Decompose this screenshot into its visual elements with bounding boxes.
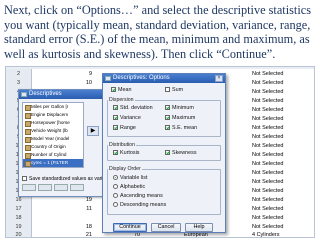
maximum-label: Maximum xyxy=(172,115,196,121)
continue-button[interactable]: Continue xyxy=(113,223,147,232)
instruction-text: Next, click on “Options…” and select the… xyxy=(4,3,311,61)
checkbox-box[interactable] xyxy=(113,125,118,131)
ascending-means-label: Ascending means xyxy=(120,193,163,199)
checkbox-box[interactable] xyxy=(165,87,170,93)
descending-means-radio[interactable]: Descending means xyxy=(113,202,166,209)
table-cell[interactable]: 21 xyxy=(36,230,96,237)
maximum-checkbox[interactable]: Maximum xyxy=(165,115,195,122)
ascending-means-radio[interactable]: Ascending means xyxy=(113,193,163,200)
descriptives-dialog: Descriptives Miles per Gallon [r Engine … xyxy=(18,89,114,197)
descending-means-label: Descending means xyxy=(120,202,167,208)
options-titlebar[interactable]: Descriptives: Options × xyxy=(103,74,225,83)
checkbox-box[interactable] xyxy=(165,150,170,156)
alphabetic-label: Alphabetic xyxy=(120,184,146,190)
arrow-right-icon: ▶ xyxy=(90,128,96,134)
spss-screenshot: 29Not Selected 310Not Selected 4Not Sele… xyxy=(5,66,315,238)
checkbox-box[interactable] xyxy=(111,87,116,93)
reset-button[interactable] xyxy=(54,184,68,191)
list-item[interactable]: Vehicle Weight (lb xyxy=(23,127,83,135)
options-title: Descriptives: Options xyxy=(113,75,170,81)
checkbox-box[interactable] xyxy=(113,150,118,156)
variance-label: Variance xyxy=(120,115,141,121)
mean-checkbox[interactable]: Mean xyxy=(111,87,132,94)
list-item[interactable]: Country of Origin xyxy=(23,143,83,151)
radio-circle[interactable] xyxy=(113,193,118,199)
list-item[interactable]: Horsepower [horse xyxy=(23,119,83,127)
options-buttons: Continue Cancel Help xyxy=(107,223,223,232)
std-deviation-checkbox[interactable]: Std. deviation xyxy=(113,105,153,112)
cancel-button-bg[interactable] xyxy=(70,184,84,191)
minimum-label: Minimum xyxy=(172,105,194,111)
variable-list[interactable]: Miles per Gallon [r Engine Displacem Hor… xyxy=(22,102,84,168)
descriptives-buttons xyxy=(22,184,86,193)
close-icon[interactable]: × xyxy=(215,75,223,82)
list-item[interactable]: cyrec = 1 (FILTER xyxy=(23,159,83,167)
descriptives-options-dialog: Descriptives: Options × Mean Sum Dispers… xyxy=(102,73,226,233)
variable-list-label: Variable list xyxy=(120,175,148,181)
list-item[interactable]: Number of Cylind xyxy=(23,151,83,159)
help-button[interactable]: Help xyxy=(185,223,213,232)
row-number: 20 xyxy=(6,230,32,237)
range-checkbox[interactable]: Range xyxy=(113,125,136,132)
alphabetic-radio[interactable]: Alphabetic xyxy=(113,184,145,191)
checkbox-box[interactable] xyxy=(165,125,170,131)
radio-circle[interactable] xyxy=(113,175,118,181)
kurtosis-label: Kurtosis xyxy=(120,150,140,156)
variable-list-radio[interactable]: Variable list xyxy=(113,175,147,182)
distribution-heading: Distribution xyxy=(108,142,136,148)
list-item[interactable]: Engine Displacem xyxy=(23,111,83,119)
variance-checkbox[interactable]: Variance xyxy=(113,115,141,122)
kurtosis-checkbox[interactable]: Kurtosis xyxy=(113,150,139,157)
se-mean-checkbox[interactable]: S.E. mean xyxy=(165,125,197,132)
sum-checkbox[interactable]: Sum xyxy=(165,87,183,94)
move-variable-button[interactable]: ▶ xyxy=(87,126,99,136)
checkbox-box[interactable] xyxy=(22,176,27,182)
ok-button[interactable] xyxy=(22,184,36,191)
sum-label: Sum xyxy=(172,87,184,93)
range-label: Range xyxy=(120,125,136,131)
cancel-button[interactable]: Cancel xyxy=(151,223,181,232)
display-order-heading: Display Order xyxy=(108,166,142,172)
checkbox-box[interactable] xyxy=(165,115,170,121)
checkbox-box[interactable] xyxy=(165,105,170,111)
options-body: Mean Sum Dispersion Std. deviation Minim… xyxy=(103,83,225,232)
save-standardized-checkbox[interactable]: Save standardized values as variables xyxy=(22,176,114,182)
skewness-label: Skewness xyxy=(172,150,197,156)
std-deviation-label: Std. deviation xyxy=(120,105,153,111)
mean-label: Mean xyxy=(118,87,132,93)
paste-button[interactable] xyxy=(38,184,52,191)
list-item[interactable]: Model Year (model xyxy=(23,135,83,143)
checkbox-box[interactable] xyxy=(113,105,118,111)
descriptives-title: Descriptives xyxy=(29,91,62,97)
list-item[interactable]: Miles per Gallon [r xyxy=(23,103,83,111)
skewness-checkbox[interactable]: Skewness xyxy=(165,150,197,157)
se-mean-label: S.E. mean xyxy=(172,125,198,131)
app-icon xyxy=(105,76,111,81)
app-icon xyxy=(21,92,27,97)
radio-circle[interactable] xyxy=(113,202,118,208)
descriptives-titlebar[interactable]: Descriptives xyxy=(19,90,103,99)
checkbox-box[interactable] xyxy=(113,115,118,121)
minimum-checkbox[interactable]: Minimum xyxy=(165,105,194,112)
table-cell[interactable]: 4 Cylinders xyxy=(252,230,312,237)
radio-circle[interactable] xyxy=(113,184,118,190)
dispersion-heading: Dispersion xyxy=(108,97,135,103)
